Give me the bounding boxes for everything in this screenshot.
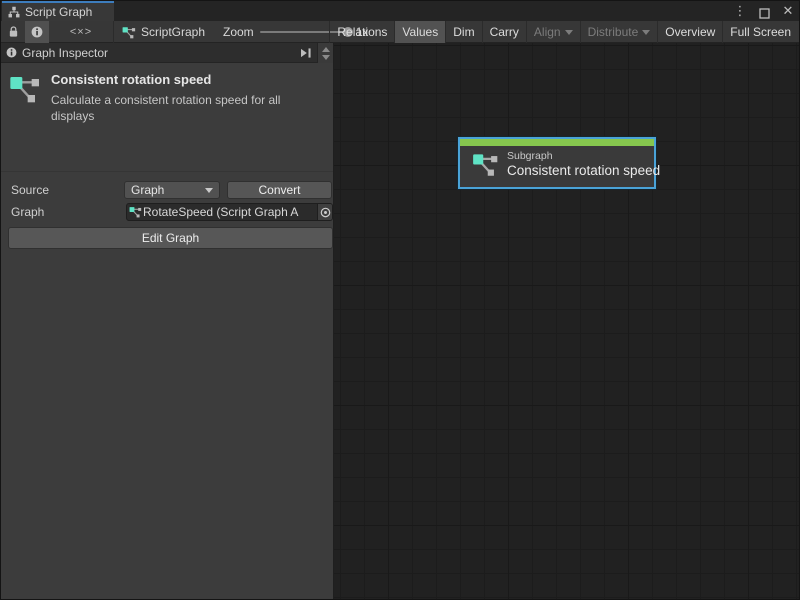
close-icon[interactable]: ✕ xyxy=(781,1,795,21)
node-title: Consistent rotation speed xyxy=(507,163,660,178)
carry-button[interactable]: Carry xyxy=(482,21,526,43)
convert-button[interactable]: Convert xyxy=(227,181,332,199)
maximize-icon[interactable] xyxy=(757,4,771,19)
graph-field-label: Graph xyxy=(11,205,44,219)
graph-summary: Consistent rotation speed Calculate a co… xyxy=(1,64,333,134)
tab-label: Script Graph xyxy=(25,5,92,19)
source-label: Source xyxy=(11,183,49,197)
align-dropdown[interactable]: Align xyxy=(526,21,580,43)
tab-script-graph[interactable]: Script Graph xyxy=(2,1,114,21)
relations-button[interactable]: Relations xyxy=(329,21,394,43)
code-preview-icon[interactable]: <×> xyxy=(49,21,113,43)
window-menu-icon[interactable]: ⋮ xyxy=(733,1,747,21)
graph-inspector-panel: Graph Inspector xyxy=(1,43,334,600)
chevron-down-icon xyxy=(205,188,213,193)
window-controls: ⋮ ✕ xyxy=(733,1,795,21)
graph-object-value: RotateSpeed (Script Graph A xyxy=(143,205,317,219)
graph-title: Consistent rotation speed xyxy=(51,72,313,87)
breadcrumb[interactable]: ScriptGraph xyxy=(114,21,219,43)
scroll-up-icon[interactable] xyxy=(322,47,330,52)
distribute-dropdown[interactable]: Distribute xyxy=(580,21,658,43)
node-type-label: Subgraph xyxy=(507,150,660,162)
graph-inspector-title: Graph Inspector xyxy=(22,46,108,60)
graph-toolbar: <×> ScriptGraph Zoom 1x xyxy=(1,21,799,43)
tab-bar: Script Graph ⋮ ✕ xyxy=(1,1,799,21)
chevron-down-icon xyxy=(642,30,650,35)
inspector-toggle-info-icon[interactable] xyxy=(25,21,49,43)
zoom-label: Zoom xyxy=(223,25,254,39)
breadcrumb-label: ScriptGraph xyxy=(141,25,205,39)
dock-panel-icon[interactable] xyxy=(295,44,317,62)
full-screen-button[interactable]: Full Screen xyxy=(722,21,798,43)
panel-scroll-spinner[interactable] xyxy=(317,43,333,63)
values-button[interactable]: Values xyxy=(394,21,445,43)
graph-teal-icon xyxy=(127,206,143,218)
graph-inspector-header: Graph Inspector xyxy=(1,43,333,63)
graph-teal-icon xyxy=(122,26,136,39)
dim-button[interactable]: Dim xyxy=(445,21,481,43)
node-header-bar xyxy=(460,139,654,146)
info-icon xyxy=(6,47,17,58)
graph-description: Calculate a consistent rotation speed fo… xyxy=(51,92,313,124)
lock-icon[interactable] xyxy=(1,21,25,43)
overview-button[interactable]: Overview xyxy=(657,21,722,43)
graph-object-field[interactable]: RotateSpeed (Script Graph A xyxy=(126,203,333,221)
script-graph-window: Script Graph ⋮ ✕ xyxy=(0,0,800,600)
inspector-fields: Source Graph Convert Graph xyxy=(1,171,333,225)
scroll-down-icon[interactable] xyxy=(322,55,330,60)
source-dropdown[interactable]: Graph xyxy=(124,181,220,199)
graph-canvas[interactable]: Subgraph Consistent rotation speed xyxy=(334,43,800,600)
subgraph-icon xyxy=(472,152,499,177)
script-graph-icon xyxy=(8,6,20,18)
toolbar-toggles: Relations Values Dim Carry Align Distrib… xyxy=(329,21,798,43)
subgraph-node[interactable]: Subgraph Consistent rotation speed xyxy=(458,137,656,189)
chevron-down-icon xyxy=(565,30,573,35)
edit-graph-button[interactable]: Edit Graph xyxy=(8,227,333,249)
subgraph-icon xyxy=(9,74,41,124)
object-picker-icon[interactable] xyxy=(317,204,332,220)
